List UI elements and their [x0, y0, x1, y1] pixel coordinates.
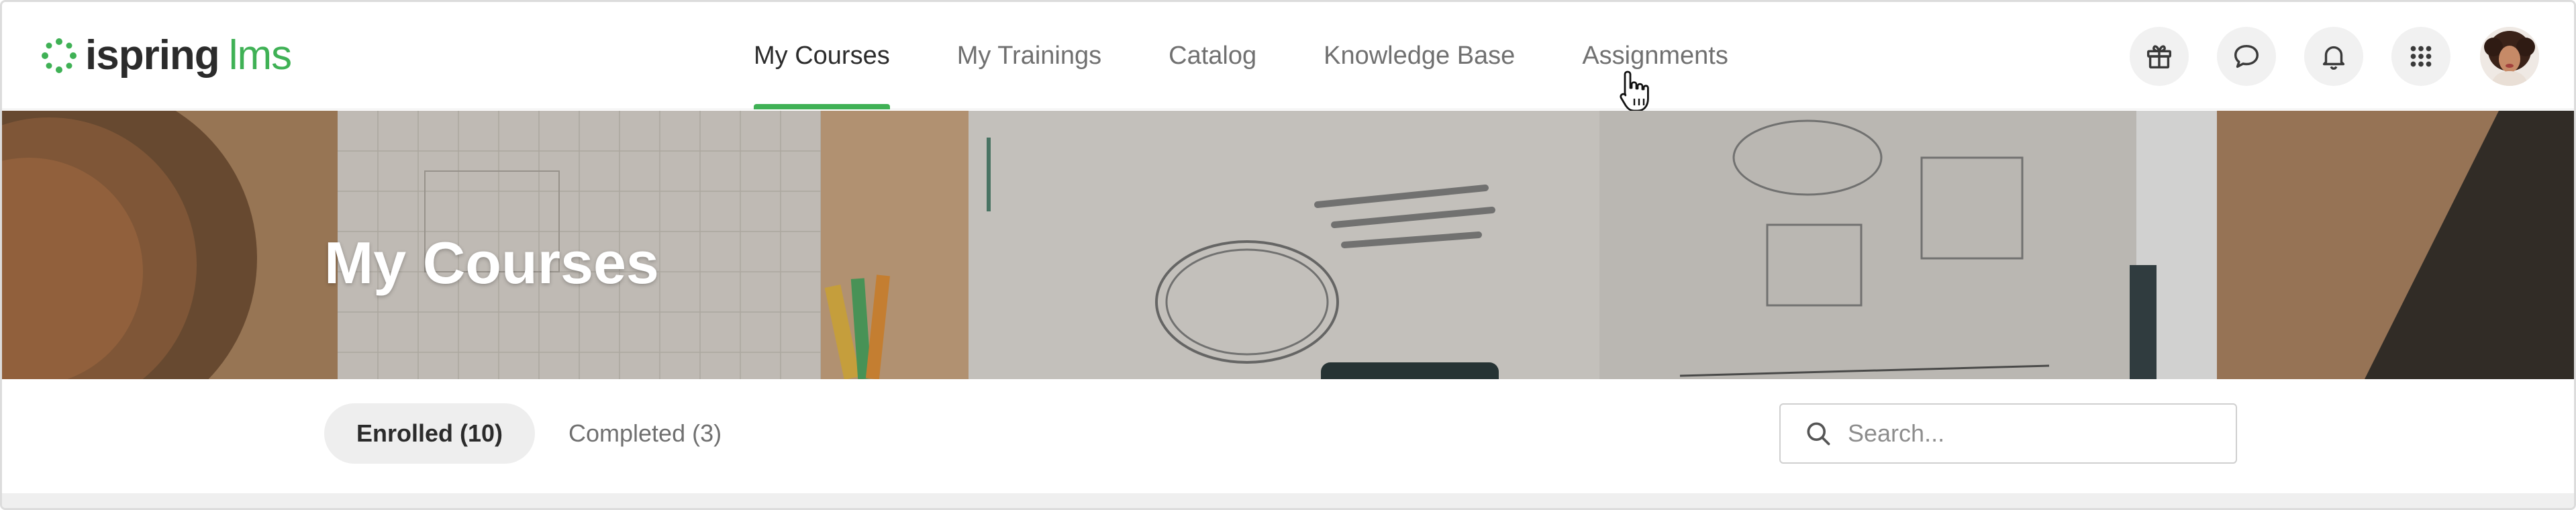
- nav-my-courses[interactable]: My Courses: [754, 2, 890, 109]
- gift-button[interactable]: [2130, 27, 2189, 86]
- bell-icon: [2322, 46, 2345, 70]
- chat-icon: [2234, 44, 2259, 68]
- page-banner: My Courses: [2, 111, 2574, 379]
- course-filter-bar: Enrolled (10) Completed (3): [2, 379, 2574, 493]
- active-tab-indicator: [754, 104, 890, 109]
- content-area-top: [2, 493, 2574, 508]
- chat-button[interactable]: [2217, 27, 2276, 86]
- tab-completed[interactable]: Completed (3): [568, 403, 722, 464]
- user-avatar[interactable]: [2480, 27, 2539, 86]
- top-header: ispring lms My Courses My Trainings Cata…: [2, 2, 2574, 112]
- mouse-cursor-icon: [1620, 70, 1649, 112]
- nav-knowledge-base[interactable]: Knowledge Base: [1324, 2, 1515, 109]
- apps-button[interactable]: [2391, 27, 2450, 86]
- nav-label: Catalog: [1169, 41, 1257, 70]
- logo-brand-text: ispring: [85, 32, 220, 79]
- apps-grid-icon: [2410, 46, 2432, 67]
- nav-assignments[interactable]: Assignments: [1582, 2, 1728, 109]
- tab-label: Completed (3): [568, 419, 722, 447]
- nav-label: My Trainings: [956, 41, 1102, 70]
- nav-label: Assignments: [1582, 41, 1728, 70]
- tab-enrolled[interactable]: Enrolled (10): [324, 403, 535, 464]
- ispring-logo-icon: [42, 38, 77, 73]
- nav-label: Knowledge Base: [1324, 41, 1516, 70]
- logo[interactable]: ispring lms: [41, 32, 292, 79]
- nav-catalog[interactable]: Catalog: [1169, 2, 1256, 109]
- search-box[interactable]: [1779, 403, 2237, 464]
- search-input[interactable]: [1848, 419, 2210, 448]
- search-icon: [1807, 422, 1830, 446]
- app-window: ispring lms My Courses My Trainings Cata…: [0, 0, 2576, 510]
- tab-label: Enrolled (10): [356, 419, 503, 447]
- avatar-image: [2480, 27, 2539, 86]
- main-nav: My Courses My Trainings Catalog Knowledg…: [754, 2, 1728, 109]
- nav-label: My Courses: [754, 41, 890, 70]
- page-title: My Courses: [324, 230, 659, 296]
- notifications-button[interactable]: [2304, 27, 2363, 86]
- nav-my-trainings[interactable]: My Trainings: [957, 2, 1101, 109]
- gift-icon: [2146, 45, 2172, 69]
- logo-product-text: lms: [228, 32, 292, 79]
